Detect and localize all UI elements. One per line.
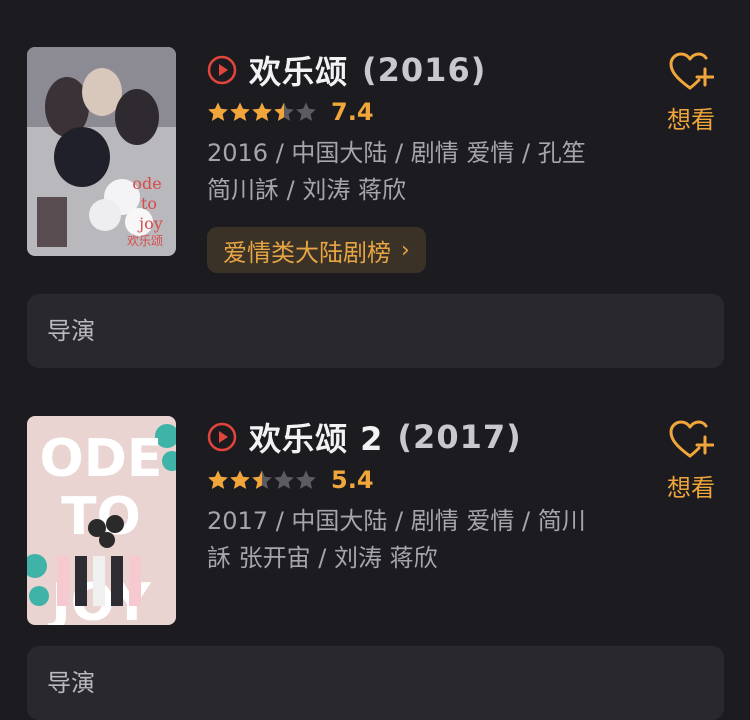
star-icon: [296, 102, 316, 121]
movie-meta: 2017 / 中国大陆 / 剧情 爱情 / 简川訸 张开宙 / 刘涛 蒋欣: [207, 507, 586, 572]
play-icon[interactable]: [207, 422, 237, 452]
star-icon: [230, 470, 250, 489]
chevron-right-icon: ›: [401, 237, 410, 263]
star-icon: [274, 102, 294, 121]
rating-score: 5.4: [331, 466, 374, 494]
want-label: 想看: [667, 474, 715, 502]
star-icon: [230, 102, 250, 121]
movie-title[interactable]: 欢乐颂 2: [249, 414, 383, 460]
want-label: 想看: [667, 106, 715, 134]
ranking-badge[interactable]: 爱情类大陆剧榜 ›: [207, 227, 426, 273]
svg-text:ode: ode: [132, 174, 161, 193]
poster-text-line: ODE: [40, 429, 163, 489]
want-to-watch-button[interactable]: 想看: [660, 420, 722, 503]
movie-meta: 2016 / 中国大陆 / 剧情 爱情 / 孔笙 简川訸 / 刘涛 蒋欣: [207, 139, 586, 204]
want-to-watch-button[interactable]: 想看: [660, 52, 722, 135]
star-icon: [296, 470, 316, 489]
movie-poster[interactable]: ODE TO JOY: [27, 416, 176, 625]
rating-score: 7.4: [331, 98, 374, 126]
title-row: 欢乐颂 (2016): [207, 48, 486, 92]
title-row: 欢乐颂 2 (2017): [207, 415, 522, 459]
svg-text:joy: joy: [137, 214, 163, 233]
star-icon: [208, 102, 228, 121]
star-rating: [207, 101, 317, 123]
ranking-label: 爱情类大陆剧榜: [223, 238, 391, 267]
star-icon: [208, 470, 228, 489]
movie-poster[interactable]: ode to joy 欢乐颂: [27, 47, 176, 256]
movie-year: (2016): [362, 51, 487, 89]
movie-year: (2017): [397, 418, 522, 456]
svg-text:to: to: [141, 194, 157, 213]
play-icon[interactable]: [207, 55, 237, 85]
star-rating: [207, 469, 317, 491]
star-icon: [252, 470, 272, 489]
director-label: 导演: [47, 317, 95, 345]
rating-row: 5.4: [207, 465, 374, 495]
rating-row: 7.4: [207, 97, 374, 127]
director-section[interactable]: 导演: [27, 294, 724, 368]
svg-text:欢乐颂: 欢乐颂: [127, 233, 163, 248]
heart-plus-icon: [669, 52, 714, 90]
star-icon: [274, 470, 294, 489]
star-icon: [252, 102, 272, 121]
heart-plus-icon: [669, 420, 714, 458]
movie-title[interactable]: 欢乐颂: [249, 47, 348, 93]
